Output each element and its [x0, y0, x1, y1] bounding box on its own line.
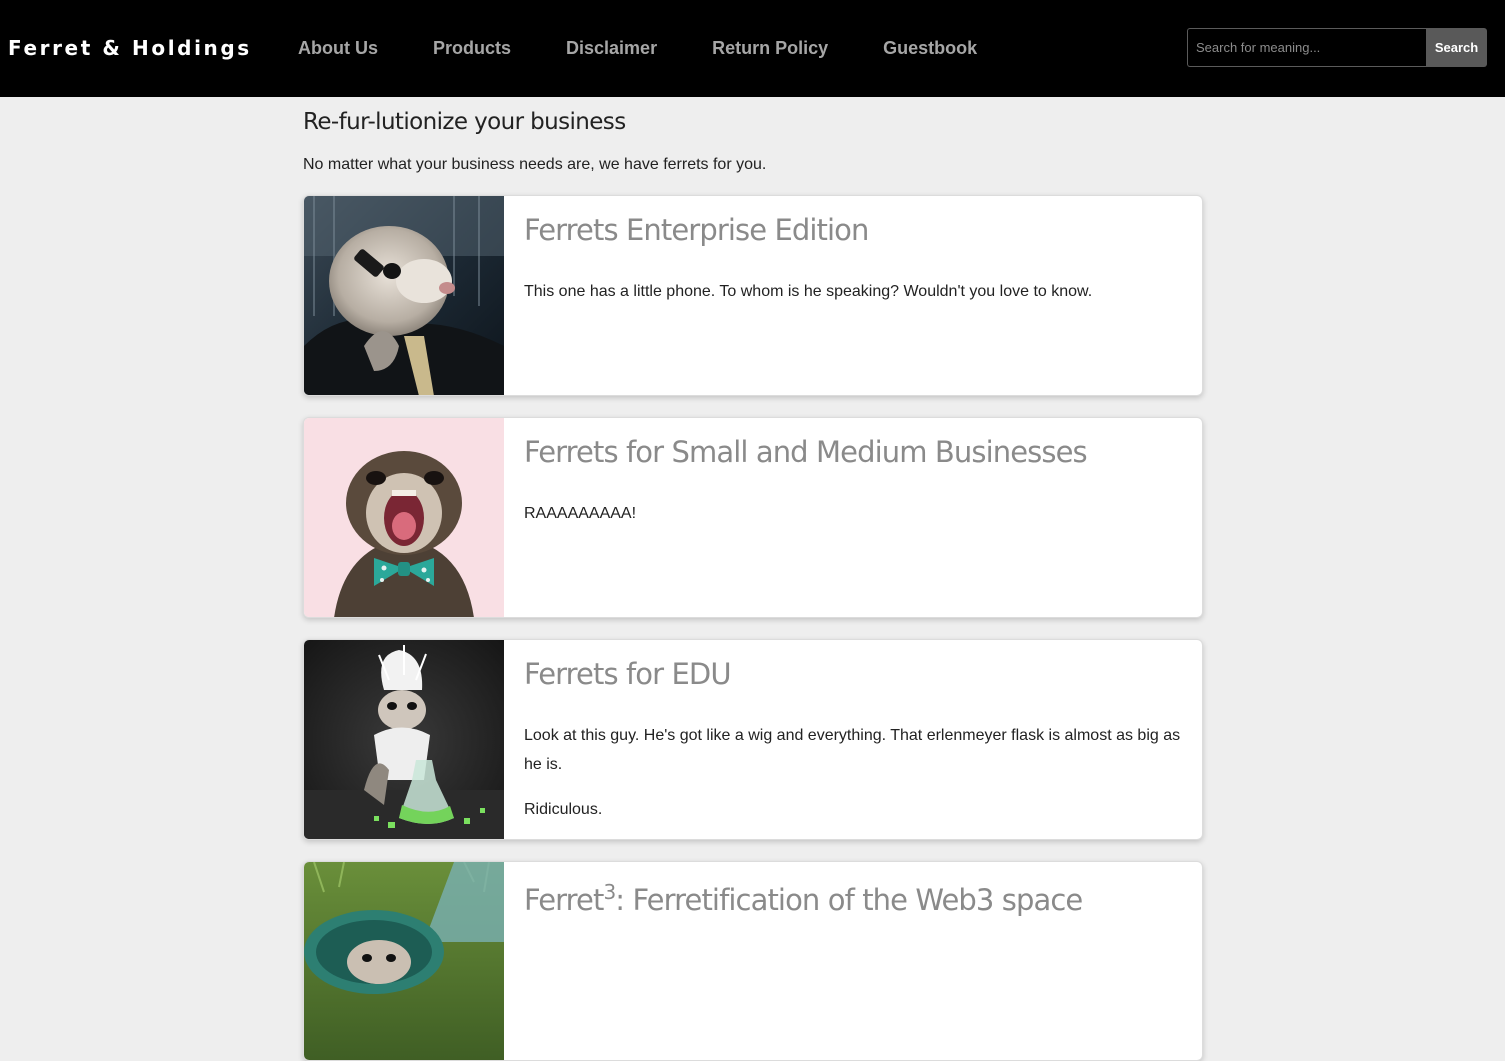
nav-link-return-policy[interactable]: Return Policy — [712, 35, 828, 61]
product-title[interactable]: Ferrets for EDU — [524, 656, 732, 692]
product-description: RAAAAAAAAA! — [524, 499, 1184, 544]
search-form: Search — [1187, 28, 1487, 67]
product-title-superscript: 3 — [603, 880, 616, 904]
product-paragraph: Look at this guy. He's got like a wig an… — [524, 727, 1181, 773]
product-description: Look at this guy. He's got like a wig an… — [524, 721, 1184, 839]
search-input[interactable] — [1187, 28, 1426, 67]
nav-link-disclaimer[interactable]: Disclaimer — [566, 35, 657, 61]
product-card-edu: Ferrets for EDU Look at this guy. He's g… — [303, 639, 1203, 840]
product-description: This one has a little phone. To whom is … — [524, 277, 1184, 322]
brand-logo-text[interactable]: Ferret & Holdings — [8, 34, 252, 62]
ferret-scientist-photo — [304, 640, 504, 839]
product-title[interactable]: Ferrets for Small and Medium Businesses — [524, 434, 1088, 470]
main-nav: About Us Products Disclaimer Return Poli… — [298, 35, 977, 61]
top-navigation-bar: Ferret & Holdings About Us Products Disc… — [0, 0, 1505, 97]
product-card-smb: Ferrets for Small and Medium Businesses … — [303, 417, 1203, 618]
nav-link-about-us[interactable]: About Us — [298, 35, 378, 61]
ferret-bowtie-photo — [304, 418, 504, 617]
product-card-web3: Ferret3: Ferretification of the Web3 spa… — [303, 861, 1203, 1061]
product-paragraph: Ridiculous. — [524, 801, 603, 818]
search-button[interactable]: Search — [1426, 28, 1487, 67]
page-title: Re-fur-lutionize your business — [303, 109, 626, 135]
nav-link-guestbook[interactable]: Guestbook — [883, 35, 977, 61]
intro-text: No matter what your business needs are, … — [303, 156, 767, 173]
product-title[interactable]: Ferrets Enterprise Edition — [524, 212, 869, 248]
product-title-rest: : Ferretification of the Web3 space — [615, 883, 1083, 917]
ferret-bucket-photo — [304, 862, 504, 1060]
ferret-with-phone-photo — [304, 196, 504, 395]
product-paragraph: This one has a little phone. To whom is … — [524, 283, 1093, 300]
product-paragraph: RAAAAAAAAA! — [524, 505, 637, 522]
nav-link-products[interactable]: Products — [433, 35, 511, 61]
product-card-enterprise: Ferrets Enterprise Edition This one has … — [303, 195, 1203, 396]
product-title-main: Ferret — [524, 883, 604, 917]
product-title[interactable]: Ferret3: Ferretification of the Web3 spa… — [524, 880, 1083, 918]
